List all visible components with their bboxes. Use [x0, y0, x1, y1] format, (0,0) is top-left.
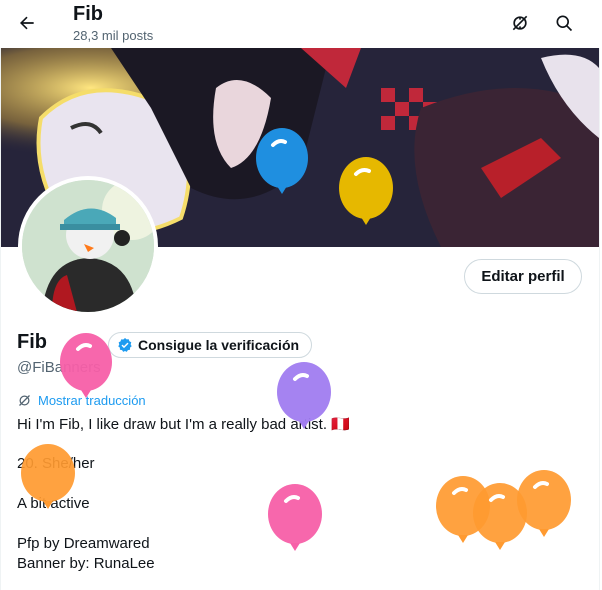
search-icon — [556, 15, 573, 32]
top-header: Fib 28,3 mil posts — [0, 0, 602, 48]
user-handle: @FiBanners — [17, 359, 101, 376]
avatar[interactable] — [18, 176, 158, 316]
back-button[interactable] — [10, 6, 44, 40]
search-button[interactable] — [547, 6, 581, 40]
edit-profile-button[interactable]: Editar perfil — [464, 259, 582, 294]
bio-line: Hi I'm Fib, I like draw but I'm a really… — [17, 416, 350, 433]
verified-badge-icon — [118, 338, 132, 352]
show-translation-link[interactable]: Mostrar traducción — [17, 393, 146, 408]
bio-line: 20. She/her — [17, 455, 95, 472]
bio-line: Banner by: RunaLee — [17, 555, 155, 572]
get-verified-label: Consigue la verificación — [138, 337, 300, 353]
translate-toggle-button[interactable] — [503, 6, 537, 40]
arrow-left-icon — [20, 16, 34, 30]
get-verified-button[interactable]: Consigue la verificación — [108, 332, 313, 358]
page-title: Fib — [73, 3, 103, 25]
bio-line: Pfp by Dreamwared — [17, 535, 150, 552]
avatar-image — [22, 180, 154, 312]
post-count: 28,3 mil posts — [73, 28, 154, 43]
show-translation-label: Mostrar traducción — [38, 393, 146, 408]
no-translate-icon — [512, 15, 528, 31]
no-translate-icon — [19, 395, 30, 406]
display-name: Fib — [17, 331, 47, 353]
bio-line: A bit active — [17, 495, 90, 512]
